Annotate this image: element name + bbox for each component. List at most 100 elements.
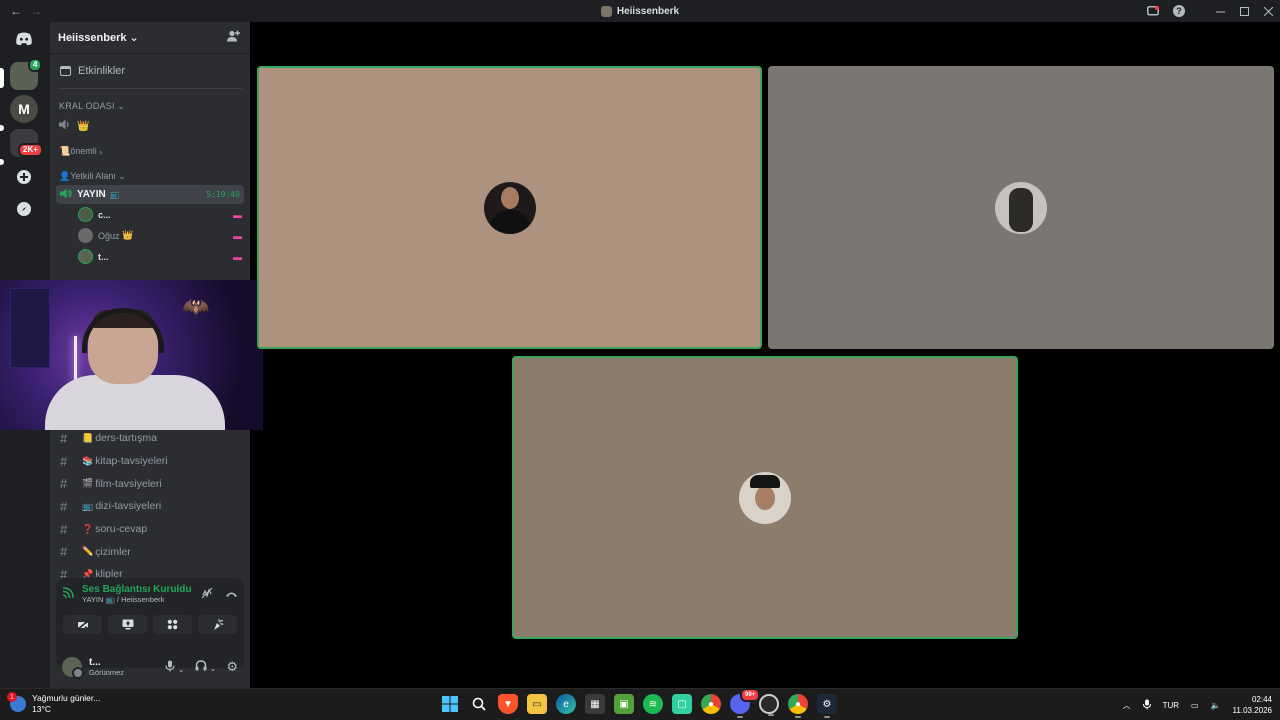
live-icon: ▬: [233, 251, 242, 262]
weather-widget[interactable]: 1 Yağmurlu günler... 13°C: [7, 692, 100, 715]
soundboard-button[interactable]: [198, 615, 237, 634]
back-icon[interactable]: ←: [10, 4, 22, 18]
text-channel[interactable]: # 📚 kitap-tavsiyeleri: [50, 450, 250, 473]
text-channel-list: # 📒 ders-tartışma # 📚 kitap-tavsiyeleri …: [50, 427, 250, 586]
help-icon[interactable]: ?: [1166, 0, 1192, 22]
speaker-icon: [59, 119, 71, 133]
user-status: Görünmez: [89, 668, 125, 677]
discord-home-icon[interactable]: [10, 25, 38, 53]
explore-icon[interactable]: [10, 195, 38, 223]
clock-date: 11.03.2026: [1232, 706, 1272, 715]
live-icon: ▬: [233, 230, 242, 241]
close-button[interactable]: [1256, 0, 1280, 22]
camera-off-button[interactable]: [63, 615, 102, 634]
text-channel[interactable]: # 📒 ders-tartışma: [50, 427, 250, 450]
hash-icon: #: [60, 544, 68, 560]
category-onemli[interactable]: 📜önemli ›: [50, 143, 250, 160]
headphones-icon[interactable]: ⌄: [195, 660, 217, 674]
server-icon-heiissenberk[interactable]: 4: [10, 58, 43, 90]
unread-pill: [0, 159, 4, 165]
avatar: [78, 249, 93, 264]
window-title: Heiissenberk: [0, 5, 1280, 17]
webcam-overlay: 🦇: [0, 280, 263, 430]
inbox-icon[interactable]: [1140, 0, 1166, 22]
edge-icon[interactable]: e: [556, 694, 576, 714]
events-link[interactable]: Etkinlikler: [50, 54, 250, 88]
notification-badge: 1: [7, 692, 17, 702]
display-icon[interactable]: ▭: [1191, 701, 1199, 710]
windows-start-icon[interactable]: [440, 694, 460, 714]
text-channel[interactable]: # 🎬 film-tavsiyeleri: [50, 472, 250, 495]
disconnect-icon[interactable]: [225, 587, 238, 601]
bat-logo: 🦇: [182, 294, 210, 319]
category-yetkili[interactable]: 👤Yetkili Alanı ⌄: [50, 168, 250, 185]
discord-taskbar-icon[interactable]: 99+: [730, 688, 761, 718]
microphone-icon[interactable]: ⌄: [165, 660, 185, 675]
add-server-icon[interactable]: [10, 163, 38, 191]
microphone-tray-icon[interactable]: [1142, 699, 1151, 712]
server-header[interactable]: Heiissenberk ⌄: [50, 22, 250, 54]
server-icon-m[interactable]: M: [10, 95, 38, 123]
category-kral-odasi[interactable]: KRAL ODASI ⌄: [50, 98, 250, 114]
search-icon[interactable]: [469, 694, 489, 714]
hash-icon: #: [60, 498, 68, 514]
taskbar-apps: ▼ ▭ e ▦ ▣ ≋ ▢ ● 99+ ● ⚙: [440, 688, 837, 718]
volume-icon[interactable]: 🔈: [1211, 701, 1221, 710]
title-bar: ← → Heiissenberk ?: [0, 0, 1280, 22]
voice-member[interactable]: c... ▬: [50, 204, 250, 225]
maximize-button[interactable]: [1232, 0, 1256, 22]
forward-icon[interactable]: →: [30, 4, 42, 18]
video-tile[interactable]: [512, 356, 1018, 639]
notification-badge: 99+: [740, 688, 761, 702]
clock[interactable]: 02:44 11.03.2026: [1233, 694, 1272, 716]
chevron-down-icon[interactable]: ⌄: [178, 665, 185, 674]
system-tray: ︿ TUR ▭ 🔈 02:44 11.03.2026: [1123, 689, 1272, 720]
text-channel[interactable]: # ✏️ çizimler: [50, 540, 250, 563]
brave-icon[interactable]: ▼: [498, 694, 518, 714]
avatar: [78, 228, 93, 243]
minecraft-icon[interactable]: ▣: [614, 694, 634, 714]
clock-time: 02:44: [1251, 695, 1272, 704]
participant-avatar: [739, 471, 791, 524]
video-tile[interactable]: [768, 66, 1274, 349]
settings-gear-icon[interactable]: ⚙: [226, 659, 238, 675]
activities-button[interactable]: [153, 615, 192, 634]
server-folder[interactable]: 2K+: [10, 129, 43, 157]
chrome-icon[interactable]: ●: [788, 694, 808, 718]
voice-channel-crown[interactable]: 👑: [50, 114, 250, 138]
language-indicator[interactable]: TUR: [1163, 701, 1179, 710]
screen-share-button[interactable]: [108, 615, 147, 634]
spotify-icon[interactable]: ≋: [643, 694, 663, 714]
text-channel[interactable]: # ❓ soru-cevap: [50, 518, 250, 541]
steam-icon[interactable]: ⚙: [817, 694, 837, 718]
weather-temp: 13°C: [32, 704, 51, 714]
hash-icon: #: [60, 521, 68, 537]
avatar[interactable]: [62, 657, 84, 679]
chevron-up-icon[interactable]: ︿: [1123, 700, 1131, 711]
window-title-text: Heiissenberk: [616, 5, 680, 17]
chrome-icon[interactable]: ●: [701, 694, 721, 714]
voice-member[interactable]: t... ▬: [50, 246, 250, 267]
text-channel[interactable]: # 📺 dizi-tavsiyeleri: [50, 495, 250, 518]
minimize-button[interactable]: [1208, 0, 1232, 22]
video-tile[interactable]: [257, 66, 762, 349]
file-explorer-icon[interactable]: ▭: [527, 694, 547, 714]
invite-icon[interactable]: [227, 30, 240, 45]
calendar-icon: [60, 66, 71, 76]
obs-icon[interactable]: [759, 694, 779, 716]
signal-icon[interactable]: [62, 586, 74, 602]
voice-channel-path[interactable]: YAYIN 📺 / Heiissenberk: [82, 595, 191, 604]
voice-status[interactable]: Ses Bağlantısı Kuruldu: [82, 584, 191, 595]
store-icon[interactable]: ▦: [585, 694, 605, 714]
noise-suppression-icon[interactable]: [201, 587, 213, 602]
history-nav: ← →: [0, 4, 42, 18]
user-name[interactable]: t...: [89, 657, 124, 668]
app-icon[interactable]: ▢: [672, 694, 692, 714]
hash-icon: #: [60, 453, 68, 469]
voice-channel-yayin[interactable]: YAYIN 📺 5:19:40: [56, 185, 244, 204]
chevron-down-icon[interactable]: ⌄: [210, 664, 217, 673]
voice-member[interactable]: Oğuz 👑 ▬: [50, 225, 250, 246]
voice-timer: 5:19:40: [206, 190, 240, 199]
user-panel: t... Görünmez ⌄ ⌄ ⚙: [50, 646, 250, 688]
live-icon: ▬: [233, 209, 242, 220]
